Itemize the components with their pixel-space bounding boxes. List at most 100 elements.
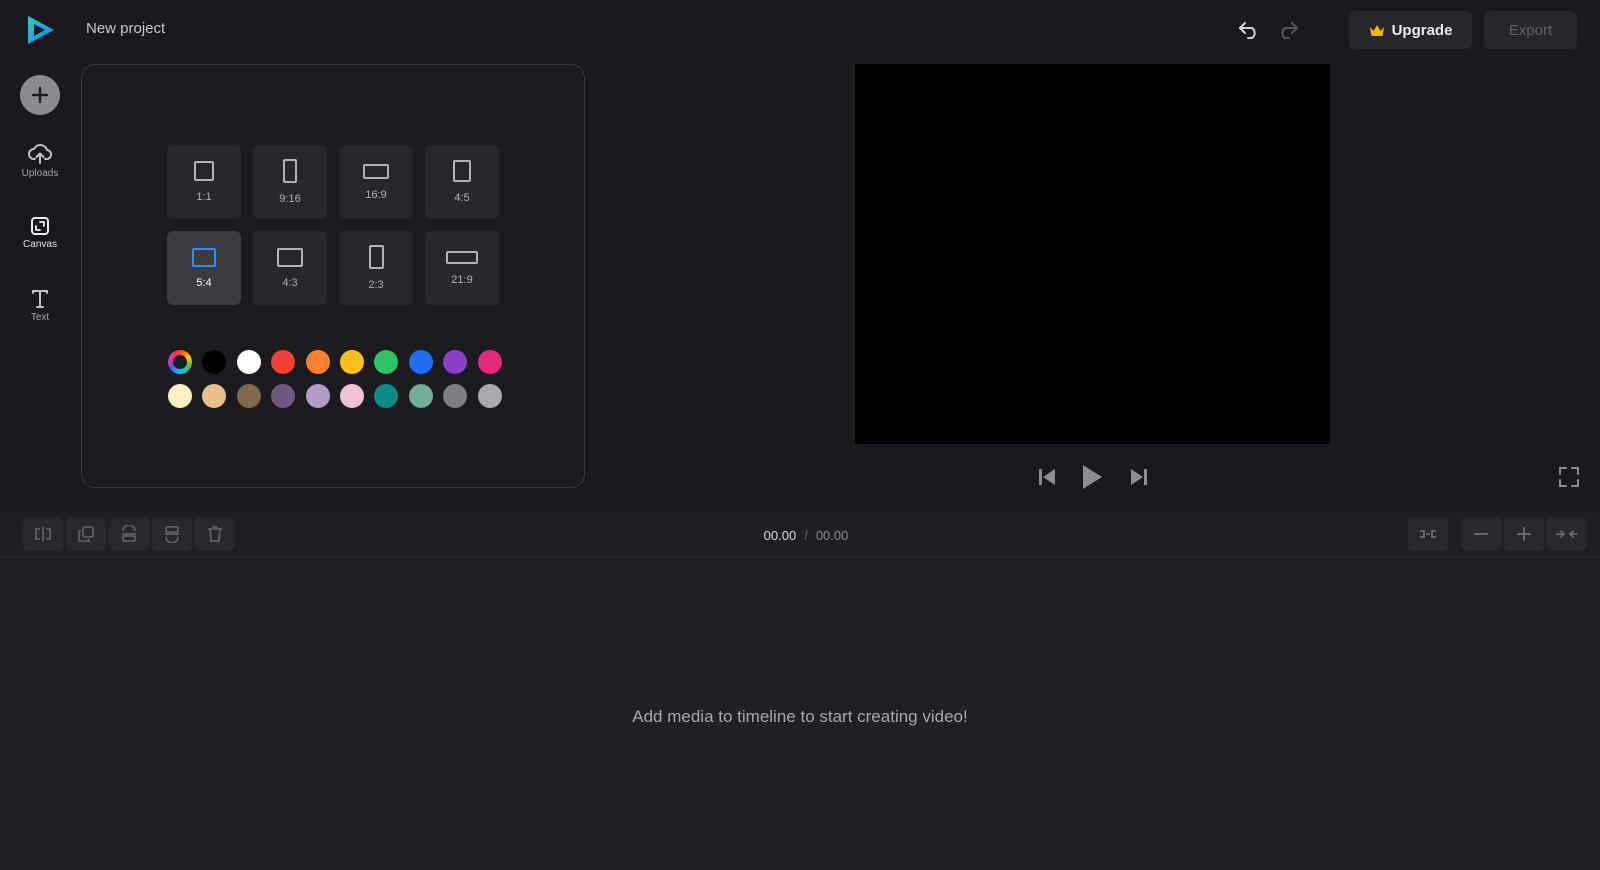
color-swatch[interactable] (271, 384, 296, 408)
header: New project Upgrade Export (0, 0, 1600, 58)
color-swatch[interactable] (271, 350, 296, 374)
ratio-label: 5:4 (196, 276, 212, 289)
video-preview[interactable] (855, 64, 1330, 444)
zoom-out-icon (1474, 533, 1488, 535)
duplicate-icon (78, 526, 94, 542)
time-separator: / (804, 528, 808, 543)
align-top-icon (165, 526, 179, 543)
export-label: Export (1508, 21, 1553, 39)
play-icon (1083, 465, 1102, 489)
trash-icon (208, 526, 222, 542)
duplicate-button[interactable] (66, 517, 106, 551)
split-button[interactable] (23, 517, 63, 551)
ratio-label: 21:9 (451, 273, 473, 286)
sidebar: Uploads Canvas Text (0, 58, 80, 510)
sidebar-item-text[interactable]: Text (4, 289, 76, 345)
sidebar-item-label: Canvas (23, 239, 57, 250)
color-swatch[interactable] (236, 384, 261, 408)
bring-forward-button[interactable] (152, 517, 192, 551)
export-button[interactable]: Export (1484, 11, 1577, 49)
canvas-panel: 1:1 9:16 16:9 4:5 5:4 4:3 2:3 21:9 (81, 64, 585, 488)
color-swatch[interactable] (408, 384, 433, 408)
cloud-upload-icon (28, 144, 52, 164)
color-swatch[interactable] (339, 384, 364, 408)
portrait-icon (368, 245, 384, 269)
wide-icon (446, 250, 478, 264)
ratio-option-1-1[interactable]: 1:1 (167, 145, 241, 219)
total-time: 00.00 (815, 528, 849, 543)
zoom-out-button[interactable] (1461, 517, 1501, 551)
color-swatch[interactable] (339, 350, 364, 374)
color-swatch[interactable] (202, 350, 227, 374)
ratio-label: 1:1 (196, 191, 212, 203)
timeline[interactable]: Add media to timeline to start creating … (0, 559, 1600, 870)
plus-icon (31, 86, 49, 104)
delete-button[interactable] (195, 517, 235, 551)
undo-icon (1239, 22, 1256, 39)
landscape-icon (192, 247, 216, 267)
color-swatch[interactable] (374, 350, 399, 374)
aspect-ratio-grid: 1:1 9:16 16:9 4:5 5:4 4:3 2:3 21:9 (167, 145, 499, 305)
fullscreen-icon (1559, 467, 1579, 487)
logo[interactable] (26, 14, 56, 46)
redo-icon (1281, 22, 1298, 39)
redo-button[interactable] (1276, 18, 1300, 42)
ratio-option-4-5[interactable]: 4:5 (425, 145, 499, 219)
ratio-label: 2:3 (368, 279, 384, 291)
ratio-label: 4:3 (282, 276, 298, 289)
play-logo-icon (28, 16, 54, 44)
ratio-label: 4:5 (454, 192, 470, 204)
ratio-label: 9:16 (279, 193, 301, 205)
undo-button[interactable] (1237, 18, 1261, 42)
color-swatch[interactable] (168, 384, 192, 408)
color-swatch[interactable] (477, 350, 502, 374)
time-display: 00.00 / 00.00 (700, 528, 912, 543)
color-swatch[interactable] (305, 384, 330, 408)
custom-color-picker[interactable] (168, 350, 192, 374)
color-swatch[interactable] (408, 350, 433, 374)
timeline-empty-message: Add media to timeline to start creating … (632, 707, 968, 726)
sidebar-item-canvas[interactable]: Canvas (4, 216, 76, 272)
text-icon (32, 290, 48, 308)
previous-button[interactable] (1036, 462, 1058, 492)
ratio-option-9-16[interactable]: 9:16 (253, 145, 327, 219)
color-swatch[interactable] (305, 350, 330, 374)
color-swatch[interactable] (443, 384, 468, 408)
portrait-icon (453, 160, 471, 182)
ratio-label: 16:9 (365, 188, 387, 201)
ratio-option-21-9[interactable]: 21:9 (425, 231, 499, 305)
zoom-in-button[interactable] (1504, 517, 1544, 551)
color-swatch[interactable] (374, 384, 399, 408)
color-swatch[interactable] (236, 350, 261, 374)
ratio-option-5-4[interactable]: 5:4 (167, 231, 241, 305)
color-swatch[interactable] (443, 350, 468, 374)
square-icon (194, 161, 214, 181)
color-swatch[interactable] (477, 384, 502, 408)
project-title[interactable]: New project (86, 20, 165, 37)
next-button[interactable] (1128, 462, 1150, 492)
ratio-option-4-3[interactable]: 4:3 (253, 231, 327, 305)
skip-forward-icon (1131, 469, 1147, 485)
fullscreen-button[interactable] (1558, 466, 1580, 488)
upgrade-button[interactable]: Upgrade (1349, 11, 1472, 49)
landscape-icon (363, 163, 389, 179)
sidebar-item-uploads[interactable]: Uploads (4, 143, 76, 199)
fit-icon (1420, 530, 1436, 538)
send-backward-button[interactable] (109, 517, 149, 551)
collapse-button[interactable] (1547, 517, 1587, 551)
add-media-button[interactable] (20, 75, 60, 115)
ratio-option-16-9[interactable]: 16:9 (339, 145, 413, 219)
split-icon (35, 527, 51, 541)
align-bottom-icon (122, 525, 136, 542)
current-time: 00.00 (763, 528, 797, 543)
fit-timeline-button[interactable] (1408, 517, 1448, 551)
play-button[interactable] (1079, 462, 1105, 492)
color-swatches (168, 350, 502, 408)
sidebar-item-label: Uploads (21, 168, 59, 179)
portrait-icon (283, 159, 297, 183)
landscape-icon (277, 247, 303, 267)
sidebar-item-label: Text (30, 312, 50, 323)
ratio-option-2-3[interactable]: 2:3 (339, 231, 413, 305)
color-swatch[interactable] (202, 384, 227, 408)
collapse-icon (1556, 530, 1578, 538)
